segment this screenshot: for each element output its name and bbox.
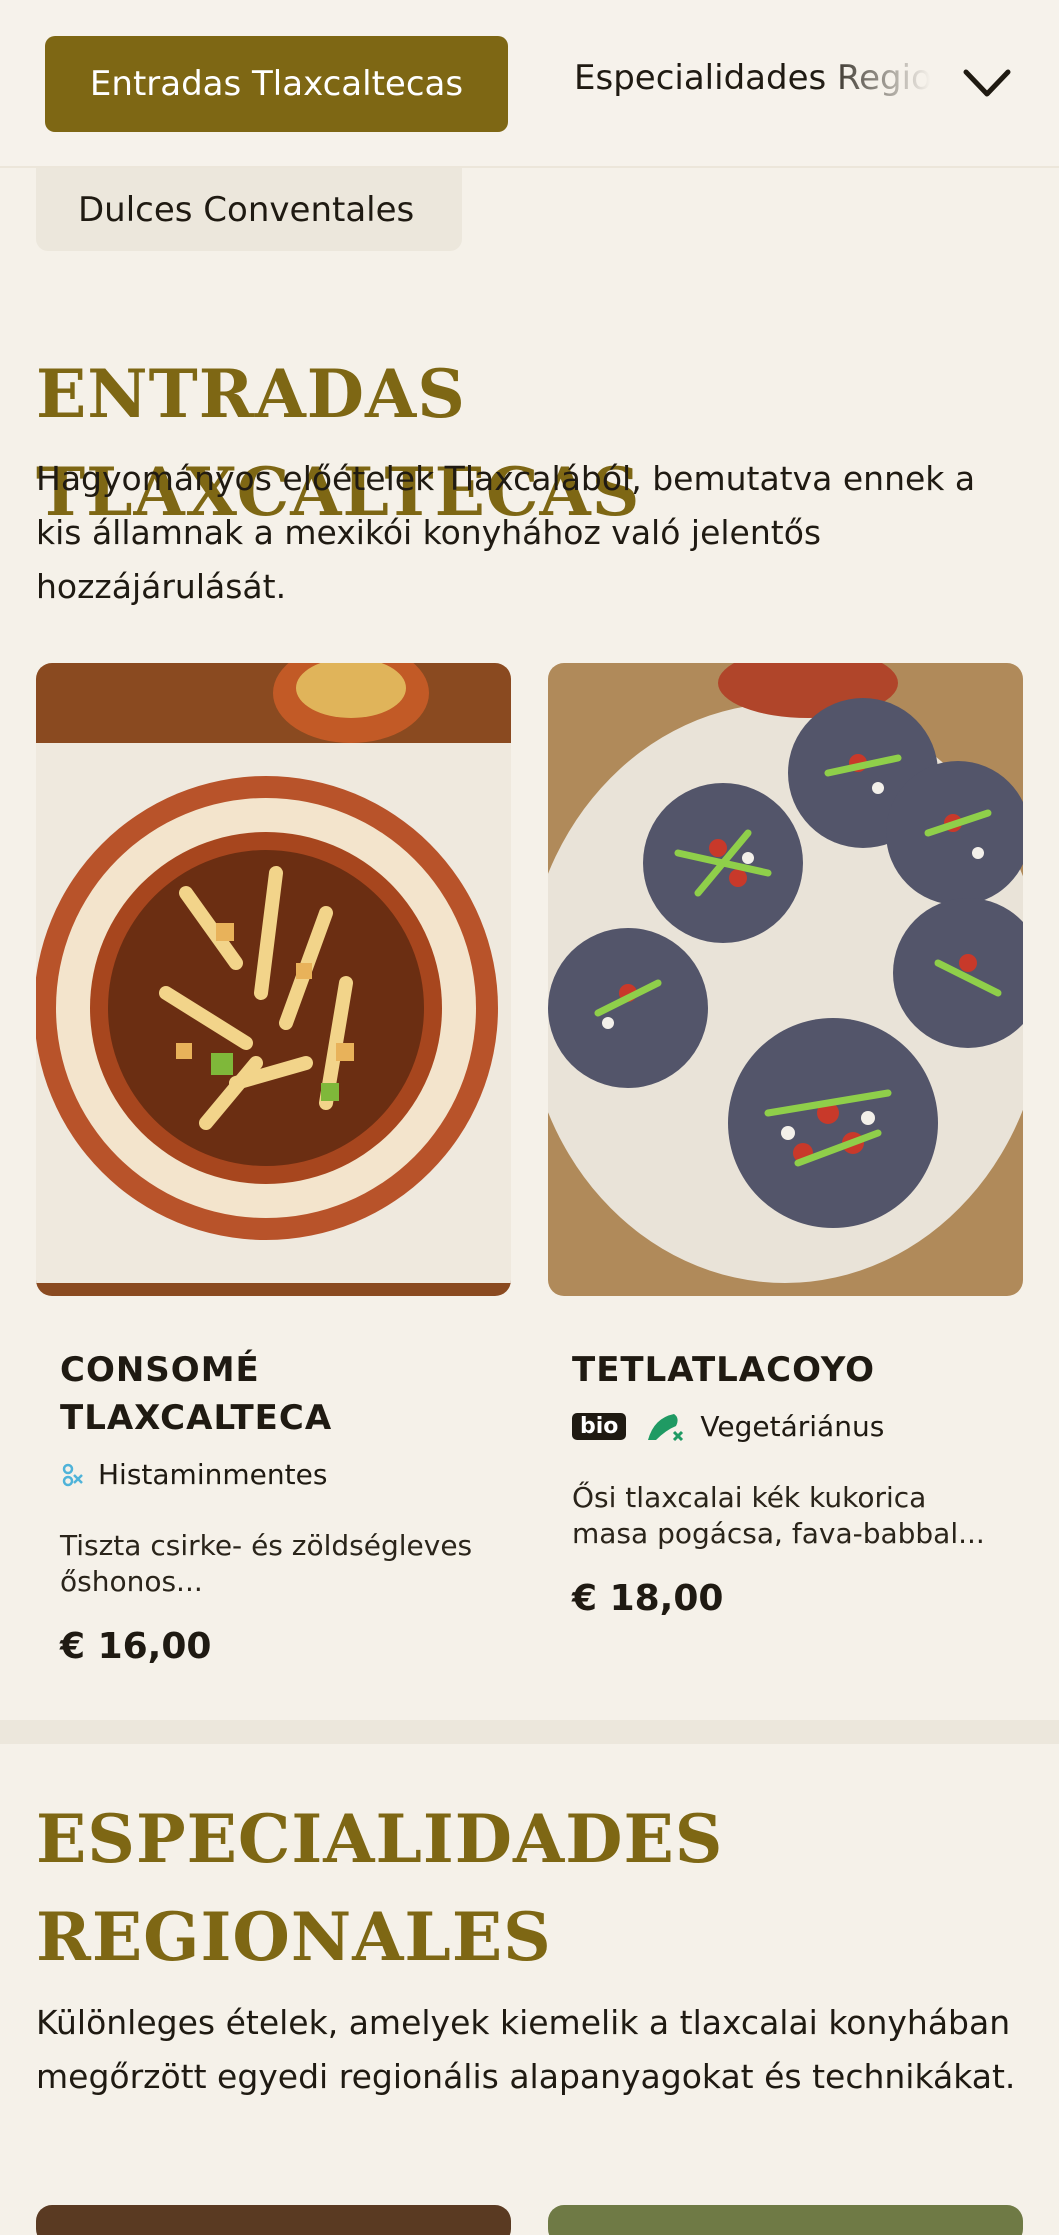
dish-tag-label: Histaminmentes	[98, 1458, 328, 1491]
dish-tag: bio Vegetáriánus	[572, 1408, 884, 1444]
section-description: Hagyományos előételek Tlaxcalából, bemut…	[36, 459, 976, 606]
dish-tag: Histaminmentes	[60, 1458, 327, 1491]
category-nav: Entradas Tlaxcaltecas Especialidades Reg…	[0, 0, 1059, 168]
dish-image[interactable]	[36, 2205, 511, 2235]
section-description: Különleges ételek, amelyek kiemelik a tl…	[36, 2003, 1016, 2096]
dish-description: Ősi tlaxcalai kék kukorica masa pogácsa,…	[572, 1481, 985, 1550]
dish-image[interactable]	[548, 2205, 1023, 2235]
dish-image-tetlatlacoyo[interactable]	[548, 663, 1023, 1296]
category-tab-dulces[interactable]: Dulces Conventales	[36, 168, 462, 251]
dish-image-consome[interactable]	[36, 663, 511, 1296]
vegetarian-icon	[648, 1414, 684, 1442]
chevron-down-icon[interactable]	[960, 62, 1014, 102]
section-divider	[0, 1720, 1059, 1744]
dish-name: TETLATLACOYO	[572, 1350, 876, 1390]
dish-name: CONSOMÉ TLAXCALTECA	[60, 1350, 333, 1438]
section-title: ESPECIALIDADES REGIONALES	[36, 1800, 724, 1976]
bio-badge: bio	[572, 1412, 627, 1440]
nav-fade-overlay	[820, 40, 950, 128]
dish-price: € 18,00	[572, 1578, 724, 1619]
dish-description: Tiszta csirke- és zöldségleves őshonos..…	[60, 1529, 473, 1598]
dish-price: € 16,00	[60, 1626, 212, 1667]
dish-tag-label: Vegetáriánus	[700, 1409, 885, 1443]
category-tab-entradas[interactable]: Entradas Tlaxcaltecas	[45, 36, 508, 132]
histamine-free-icon	[62, 1463, 83, 1486]
